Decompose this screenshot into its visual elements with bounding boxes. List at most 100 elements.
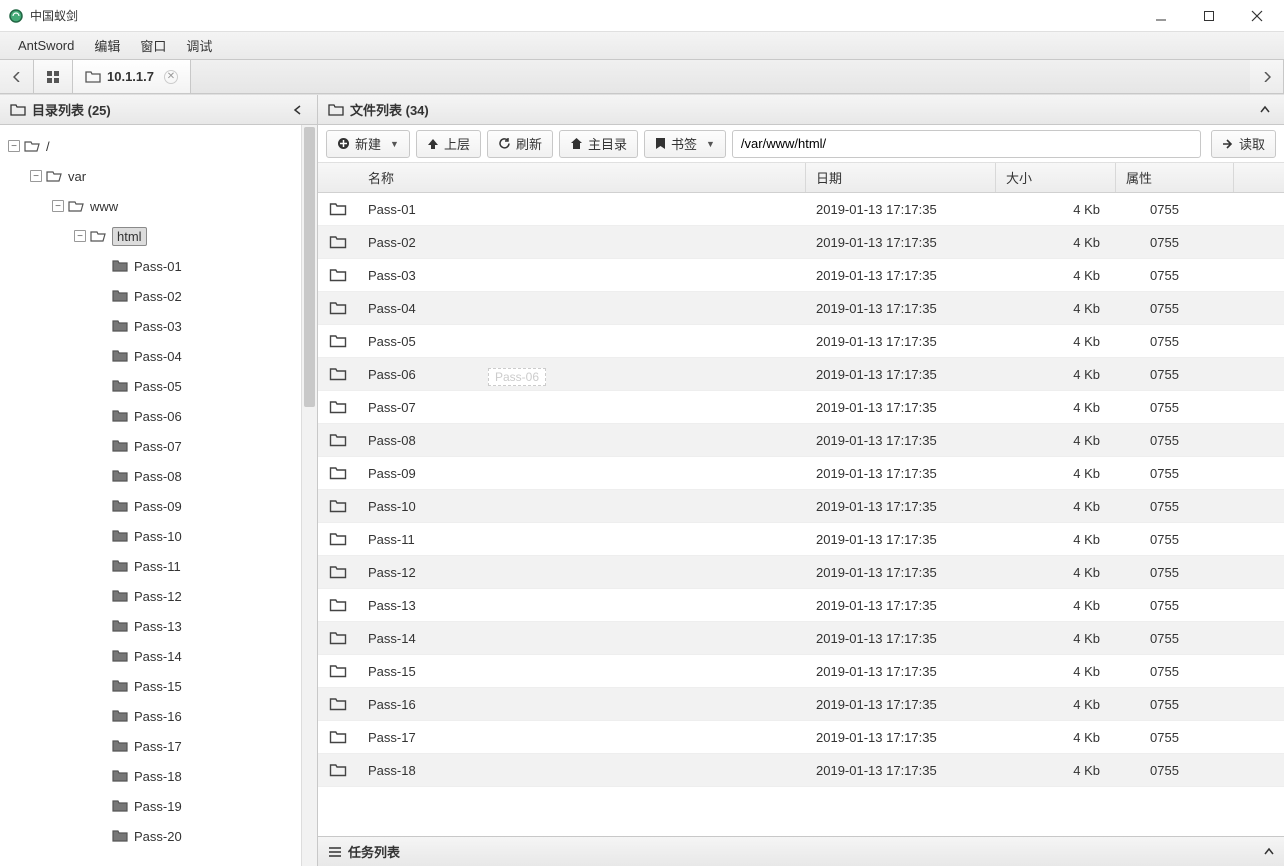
tree-node[interactable]: Pass-16	[0, 701, 301, 731]
folder-icon	[318, 366, 358, 382]
row-attr: 0755	[1116, 268, 1234, 283]
home-button[interactable]: 主目录	[559, 130, 638, 158]
tree-node[interactable]: Pass-03	[0, 311, 301, 341]
tree-node[interactable]: Pass-04	[0, 341, 301, 371]
row-date: 2019-01-13 17:17:35	[806, 697, 996, 712]
tree-node[interactable]: Pass-14	[0, 641, 301, 671]
table-row[interactable]: Pass-092019-01-13 17:17:354 Kb0755	[318, 457, 1284, 490]
menu-debug[interactable]: 调试	[176, 32, 222, 59]
tasklist-header[interactable]: 任务列表	[318, 836, 1284, 866]
table-row[interactable]: Pass-142019-01-13 17:17:354 Kb0755	[318, 622, 1284, 655]
tree-toggle[interactable]: −	[52, 200, 64, 212]
table-row[interactable]: Pass-062019-01-13 17:17:354 Kb0755	[318, 358, 1284, 391]
row-date: 2019-01-13 17:17:35	[806, 400, 996, 415]
table-row[interactable]: Pass-042019-01-13 17:17:354 Kb0755	[318, 292, 1284, 325]
tree-toggle[interactable]: −	[8, 140, 20, 152]
filelist-title: 文件列表 (34)	[350, 100, 429, 119]
table-row[interactable]: Pass-072019-01-13 17:17:354 Kb0755	[318, 391, 1284, 424]
tasklist-expand-button[interactable]	[1264, 847, 1274, 857]
tree-toggle[interactable]: −	[30, 170, 42, 182]
tree-node[interactable]: Pass-01	[0, 251, 301, 281]
row-date: 2019-01-13 17:17:35	[806, 631, 996, 646]
col-attr[interactable]: 属性	[1116, 163, 1234, 192]
sidebar-collapse-button[interactable]	[289, 103, 307, 117]
tab-host[interactable]: 10.1.1.7 ✕	[73, 60, 191, 93]
table-row[interactable]: Pass-122019-01-13 17:17:354 Kb0755	[318, 556, 1284, 589]
bookmark-button[interactable]: 书签 ▼	[644, 130, 726, 158]
tree-node[interactable]: Pass-17	[0, 731, 301, 761]
tab-close-icon[interactable]: ✕	[164, 70, 178, 84]
col-name[interactable]: 名称	[318, 163, 806, 192]
tab-nav-next[interactable]	[1250, 60, 1284, 93]
tree-node[interactable]: Pass-11	[0, 551, 301, 581]
read-label: 读取	[1239, 134, 1265, 153]
table-row[interactable]: Pass-052019-01-13 17:17:354 Kb0755	[318, 325, 1284, 358]
row-attr: 0755	[1116, 400, 1234, 415]
folder-icon	[112, 409, 128, 423]
directory-tree[interactable]: −/−var−www−htmlPass-01Pass-02Pass-03Pass…	[0, 125, 301, 866]
file-table[interactable]: 名称 日期 大小 属性 Pass-012019-01-13 17:17:354 …	[318, 163, 1284, 836]
close-button[interactable]	[1242, 4, 1272, 28]
row-size: 4 Kb	[996, 235, 1116, 250]
new-button[interactable]: 新建 ▼	[326, 130, 410, 158]
folder-icon	[112, 379, 128, 393]
tree-node[interactable]: Pass-05	[0, 371, 301, 401]
up-button[interactable]: 上层	[416, 130, 481, 158]
col-size[interactable]: 大小	[996, 163, 1116, 192]
row-size: 4 Kb	[996, 598, 1116, 613]
tree-node[interactable]: Pass-20	[0, 821, 301, 851]
tree-node[interactable]: −var	[0, 161, 301, 191]
folder-icon	[112, 559, 128, 573]
table-row[interactable]: Pass-152019-01-13 17:17:354 Kb0755	[318, 655, 1284, 688]
row-size: 4 Kb	[996, 268, 1116, 283]
tree-node[interactable]: Pass-15	[0, 671, 301, 701]
table-row[interactable]: Pass-082019-01-13 17:17:354 Kb0755	[318, 424, 1284, 457]
menu-antsword[interactable]: AntSword	[8, 34, 84, 57]
table-row[interactable]: Pass-032019-01-13 17:17:354 Kb0755	[318, 259, 1284, 292]
tree-node[interactable]: Pass-06	[0, 401, 301, 431]
menu-window[interactable]: 窗口	[130, 32, 176, 59]
filelist-collapse-button[interactable]	[1256, 103, 1274, 117]
tree-node[interactable]: −www	[0, 191, 301, 221]
tree-node[interactable]: −/	[0, 131, 301, 161]
menu-edit[interactable]: 编辑	[84, 32, 130, 59]
tree-toggle[interactable]: −	[74, 230, 86, 242]
new-label: 新建	[355, 134, 381, 153]
tree-node[interactable]: Pass-09	[0, 491, 301, 521]
tab-home[interactable]	[34, 60, 73, 93]
sidebar-header: 目录列表 (25)	[0, 95, 317, 125]
table-row[interactable]: Pass-172019-01-13 17:17:354 Kb0755	[318, 721, 1284, 754]
tree-node-label: Pass-16	[134, 709, 182, 724]
row-name: Pass-11	[358, 532, 806, 547]
folder-icon	[318, 234, 358, 250]
tree-node[interactable]: Pass-12	[0, 581, 301, 611]
tree-node[interactable]: Pass-13	[0, 611, 301, 641]
tree-node[interactable]: −html	[0, 221, 301, 251]
table-row[interactable]: Pass-162019-01-13 17:17:354 Kb0755	[318, 688, 1284, 721]
table-row[interactable]: Pass-182019-01-13 17:17:354 Kb0755	[318, 754, 1284, 787]
tree-scrollbar[interactable]	[301, 125, 317, 866]
path-input[interactable]	[732, 130, 1201, 158]
tree-scroll-thumb[interactable]	[304, 127, 315, 407]
tree-node[interactable]: Pass-10	[0, 521, 301, 551]
row-date: 2019-01-13 17:17:35	[806, 499, 996, 514]
tree-spacer	[96, 620, 108, 632]
maximize-button[interactable]	[1194, 4, 1224, 28]
tree-node[interactable]: Pass-07	[0, 431, 301, 461]
table-row[interactable]: Pass-132019-01-13 17:17:354 Kb0755	[318, 589, 1284, 622]
tree-node[interactable]: Pass-18	[0, 761, 301, 791]
tree-node[interactable]: Pass-19	[0, 791, 301, 821]
table-row[interactable]: Pass-112019-01-13 17:17:354 Kb0755	[318, 523, 1284, 556]
tab-nav-prev[interactable]	[0, 60, 34, 93]
tree-node[interactable]: Pass-08	[0, 461, 301, 491]
tree-node[interactable]: Pass-02	[0, 281, 301, 311]
up-label: 上层	[444, 134, 470, 153]
refresh-button[interactable]: 刷新	[487, 130, 553, 158]
table-row[interactable]: Pass-022019-01-13 17:17:354 Kb0755	[318, 226, 1284, 259]
col-date[interactable]: 日期	[806, 163, 996, 192]
table-row[interactable]: Pass-012019-01-13 17:17:354 Kb0755	[318, 193, 1284, 226]
read-button[interactable]: 读取	[1211, 130, 1276, 158]
row-name: Pass-10	[358, 499, 806, 514]
table-row[interactable]: Pass-102019-01-13 17:17:354 Kb0755	[318, 490, 1284, 523]
minimize-button[interactable]	[1146, 4, 1176, 28]
